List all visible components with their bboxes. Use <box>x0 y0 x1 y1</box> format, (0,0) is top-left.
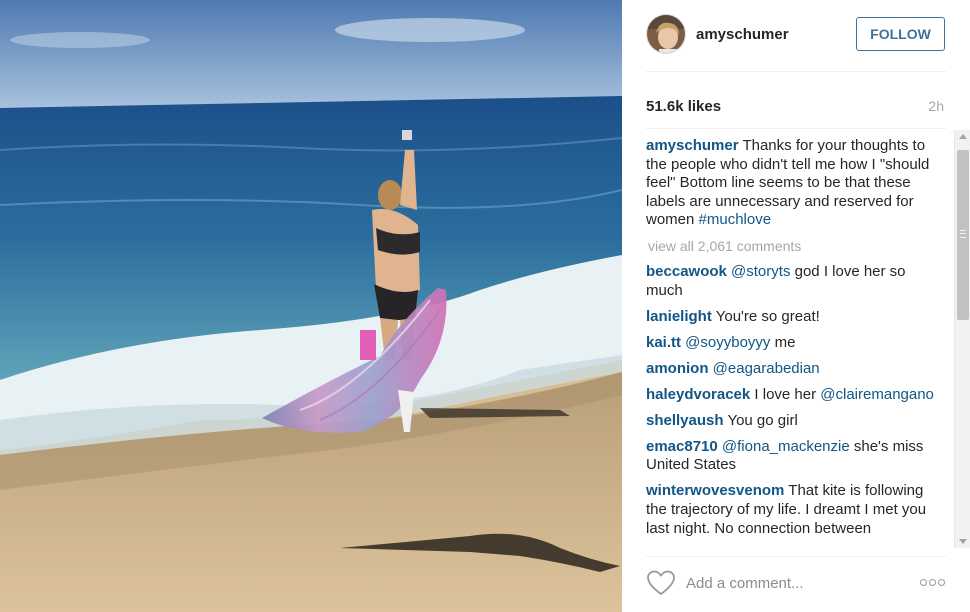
comment-mention[interactable]: @soyyboyyy <box>681 334 770 351</box>
comment-username[interactable]: shellyaush <box>646 412 724 429</box>
beach-kite-image <box>0 0 622 612</box>
post-header: amyschumer FOLLOW <box>622 0 970 70</box>
comment-username[interactable]: lanielight <box>646 308 712 325</box>
post-caption: amyschumer Thanks for your thoughts to t… <box>646 137 946 230</box>
comment-text: You're so great! <box>711 307 820 325</box>
comments-list[interactable]: amyschumer Thanks for your thoughts to t… <box>622 130 970 548</box>
caption-hashtag[interactable]: #muchlove <box>699 211 772 228</box>
scroll-up-arrow-icon[interactable] <box>959 134 967 139</box>
list-item: winterwovesvenom That kite is following … <box>646 482 946 538</box>
follow-button[interactable]: FOLLOW <box>856 17 945 51</box>
comment-username[interactable]: kai.tt <box>646 334 681 351</box>
header-divider <box>646 71 946 72</box>
post-stats: 51.6k likes 2h <box>622 94 970 120</box>
comment-username[interactable]: emac8710 <box>646 438 718 455</box>
list-item: haleydvoracek I love her @clairemangano <box>646 386 946 405</box>
comment-username[interactable]: winterwovesvenom <box>646 482 784 499</box>
comment-text: me <box>770 333 796 351</box>
view-all-comments-link[interactable]: view all 2,061 comments <box>648 237 946 256</box>
comment-mention[interactable]: @storyts <box>727 263 790 280</box>
heart-outline-icon[interactable] <box>646 569 676 597</box>
comment-text: You go girl <box>723 411 798 429</box>
list-item: emac8710 @fiona_mackenzie she's miss Uni… <box>646 438 946 475</box>
list-item: lanielight You're so great! <box>646 308 946 327</box>
post-photo[interactable] <box>0 0 622 612</box>
comment-footer <box>622 556 970 612</box>
likes-count[interactable]: 51.6k likes <box>646 98 721 115</box>
comment-username[interactable]: amonion <box>646 360 709 377</box>
comment-text: I love her <box>750 385 821 403</box>
add-comment-input[interactable] <box>686 571 906 595</box>
post-timestamp[interactable]: 2h <box>928 98 944 114</box>
comment-username[interactable]: beccawook <box>646 263 727 280</box>
caption-username[interactable]: amyschumer <box>646 137 739 154</box>
grip-icon <box>960 230 966 238</box>
comment-username[interactable]: haleydvoracek <box>646 386 750 403</box>
stats-divider <box>646 128 946 129</box>
post-sidebar: amyschumer FOLLOW 51.6k likes 2h amyschu… <box>622 0 970 612</box>
scrollbar-thumb[interactable] <box>957 150 969 320</box>
list-item: amonion @eagarabedian <box>646 360 946 379</box>
comment-mention[interactable]: @fiona_mackenzie <box>718 438 850 455</box>
list-item: shellyaush You go girl <box>646 412 946 431</box>
avatar[interactable] <box>646 14 686 54</box>
comments-scrollbar[interactable] <box>954 130 970 548</box>
list-item: beccawook @storyts god I love her so muc… <box>646 263 946 300</box>
comment-mention[interactable]: @eagarabedian <box>709 360 820 377</box>
post-username[interactable]: amyschumer <box>696 26 789 43</box>
list-item: kai.tt @soyyboyyy me <box>646 334 946 353</box>
more-options-icon[interactable] <box>920 578 946 588</box>
comment-mention[interactable]: @clairemangano <box>820 386 934 403</box>
scroll-down-arrow-icon[interactable] <box>959 539 967 544</box>
profile-picture <box>647 15 685 53</box>
